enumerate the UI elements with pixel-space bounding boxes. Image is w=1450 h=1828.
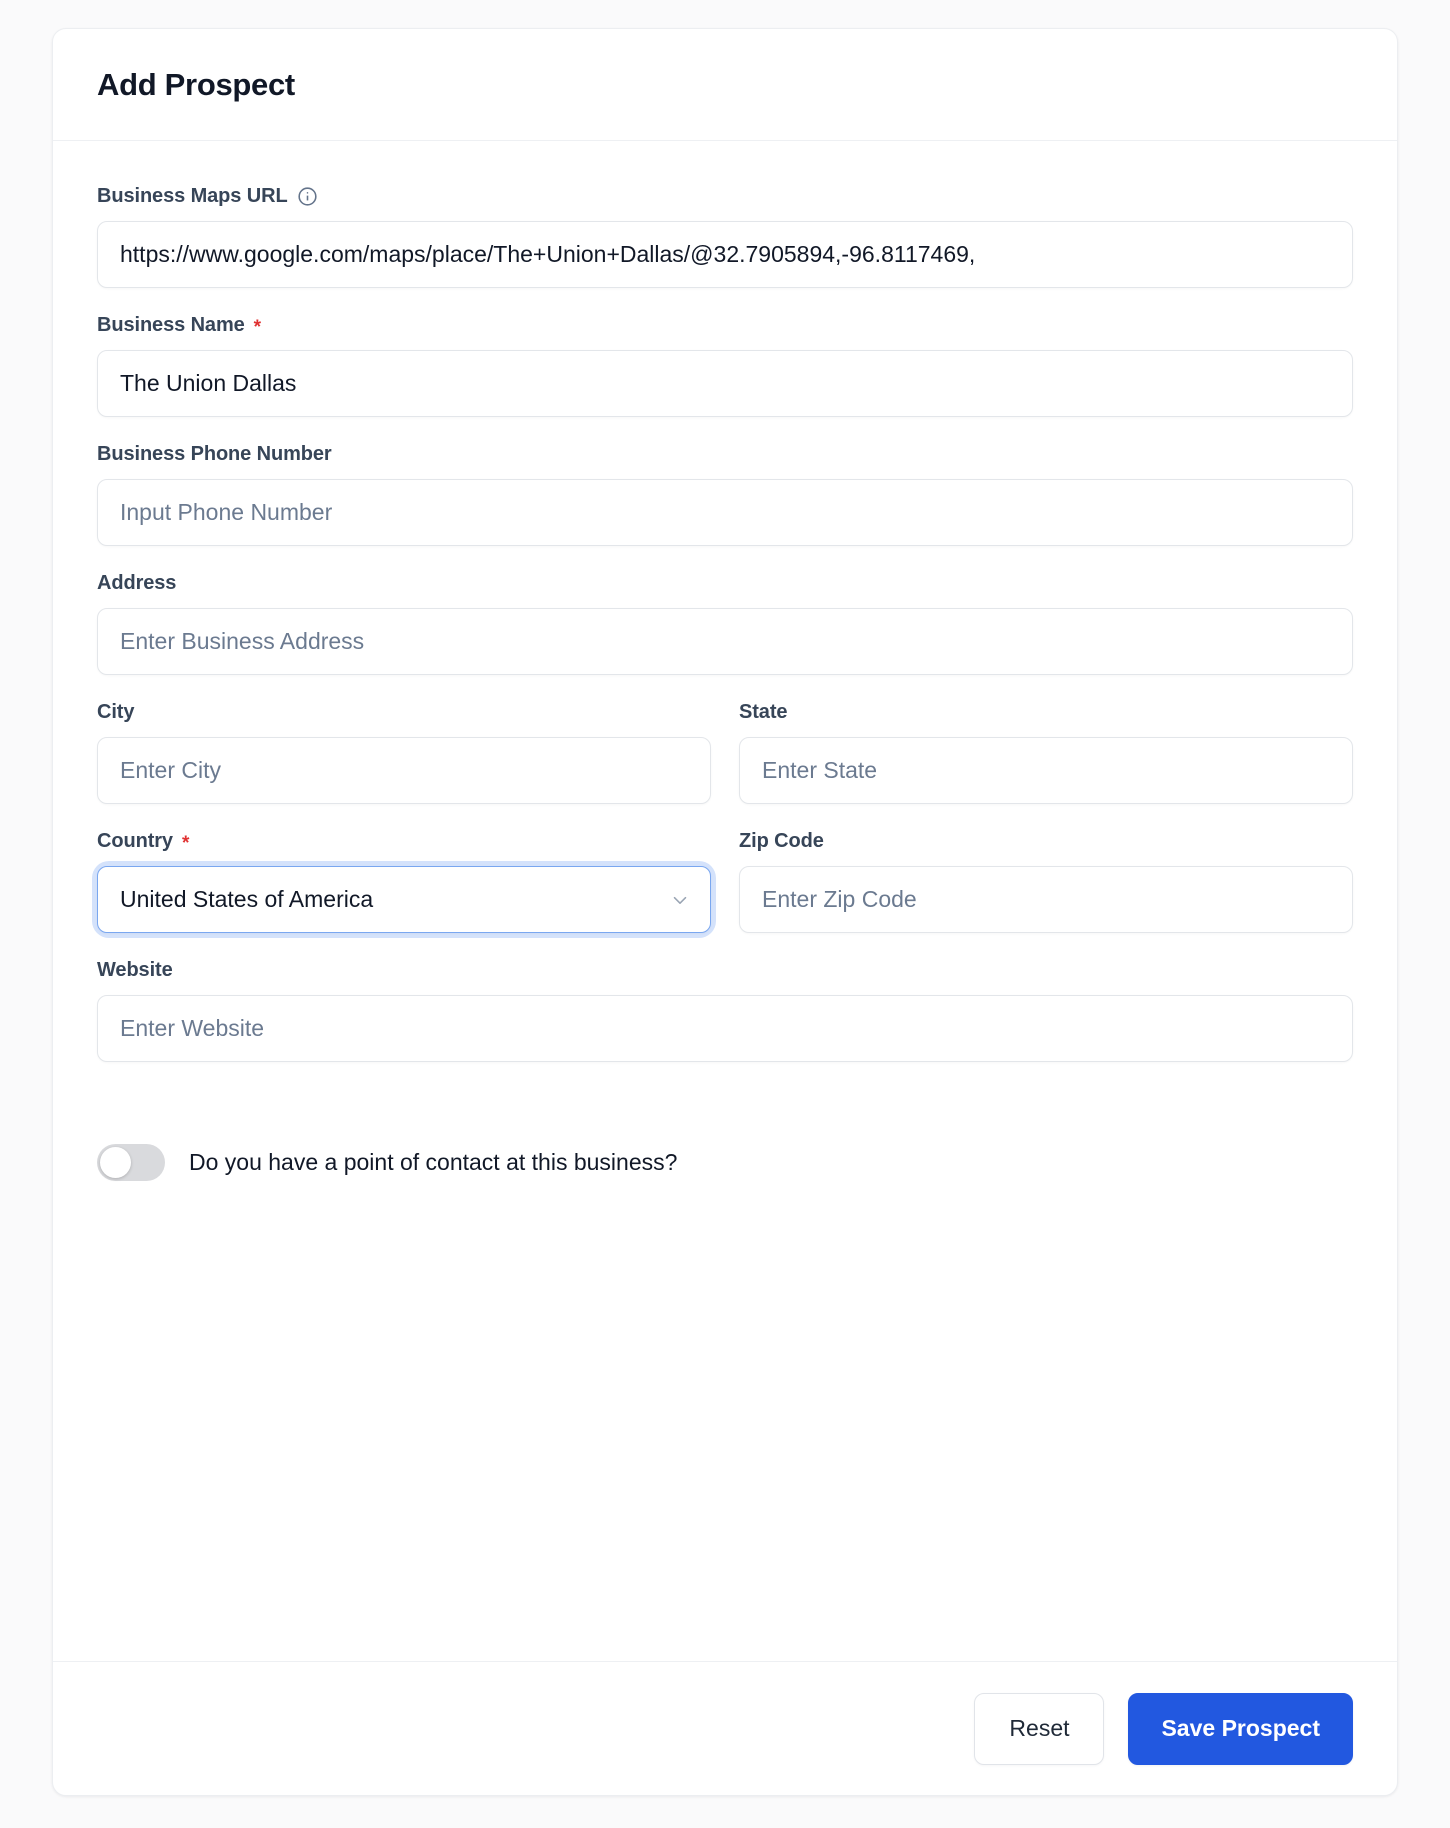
city-placeholder: Enter City	[120, 757, 221, 783]
label-row-state: State	[739, 701, 1353, 724]
field-city: City Enter City	[97, 701, 711, 804]
country-value: United States of America	[120, 886, 374, 912]
field-business-maps-url: Business Maps URL https://www.google.com…	[97, 185, 1353, 288]
card-header: Add Prospect	[53, 29, 1397, 141]
address-placeholder: Enter Business Address	[120, 628, 365, 654]
label-row-country: Country *	[97, 830, 711, 853]
field-business-name: Business Name * The Union Dallas	[97, 314, 1353, 417]
page-background: Add Prospect Business Maps URL https://w…	[0, 0, 1450, 1828]
label-row-business-maps-url: Business Maps URL	[97, 185, 1353, 208]
field-state: State Enter State	[739, 701, 1353, 804]
label-row-business-name: Business Name *	[97, 314, 1353, 337]
add-prospect-card: Add Prospect Business Maps URL https://w…	[52, 28, 1398, 1796]
label-business-phone: Business Phone Number	[97, 443, 332, 465]
label-website: Website	[97, 959, 173, 981]
toggle-knob	[100, 1147, 131, 1178]
info-icon[interactable]	[297, 186, 318, 207]
required-marker-business-name: *	[253, 317, 262, 338]
card-footer: Reset Save Prospect	[53, 1661, 1397, 1795]
country-select[interactable]: United States of America	[97, 866, 711, 933]
field-row-city-state: City Enter City State Enter State	[97, 701, 1353, 804]
save-prospect-button[interactable]: Save Prospect	[1128, 1692, 1353, 1765]
field-business-phone: Business Phone Number Input Phone Number	[97, 443, 1353, 546]
field-country: Country * United States of America	[97, 830, 711, 933]
business-phone-input[interactable]: Input Phone Number	[97, 479, 1353, 546]
field-row-country-zip: Country * United States of America Zip C…	[97, 830, 1353, 933]
label-city: City	[97, 701, 135, 723]
business-phone-placeholder: Input Phone Number	[120, 499, 333, 525]
label-business-maps-url: Business Maps URL	[97, 185, 288, 207]
website-placeholder: Enter Website	[120, 1015, 265, 1041]
business-maps-url-value: https://www.google.com/maps/place/The+Un…	[120, 241, 976, 267]
business-name-input[interactable]: The Union Dallas	[97, 350, 1353, 417]
card-body: Business Maps URL https://www.google.com…	[53, 141, 1397, 1661]
point-of-contact-toggle[interactable]	[97, 1144, 165, 1181]
zip-placeholder: Enter Zip Code	[762, 886, 917, 912]
label-row-zip: Zip Code	[739, 830, 1353, 853]
website-input[interactable]: Enter Website	[97, 995, 1353, 1062]
label-row-city: City	[97, 701, 711, 724]
state-placeholder: Enter State	[762, 757, 878, 783]
label-business-name: Business Name	[97, 314, 245, 336]
field-address: Address Enter Business Address	[97, 572, 1353, 675]
label-country: Country	[97, 830, 173, 852]
city-input[interactable]: Enter City	[97, 737, 711, 804]
page-title: Add Prospect	[97, 66, 295, 102]
country-select-display[interactable]: United States of America	[97, 866, 711, 933]
field-website: Website Enter Website	[97, 959, 1353, 1062]
state-input[interactable]: Enter State	[739, 737, 1353, 804]
required-marker-country: *	[181, 833, 190, 854]
address-input[interactable]: Enter Business Address	[97, 608, 1353, 675]
point-of-contact-toggle-row: Do you have a point of contact at this b…	[97, 1144, 1353, 1181]
label-zip: Zip Code	[739, 830, 824, 852]
field-zip: Zip Code Enter Zip Code	[739, 830, 1353, 933]
reset-button[interactable]: Reset	[974, 1692, 1105, 1765]
label-row-business-phone: Business Phone Number	[97, 443, 1353, 466]
business-name-value: The Union Dallas	[120, 370, 297, 396]
business-maps-url-input[interactable]: https://www.google.com/maps/place/The+Un…	[97, 221, 1353, 288]
label-state: State	[739, 701, 788, 723]
label-row-address: Address	[97, 572, 1353, 595]
zip-input[interactable]: Enter Zip Code	[739, 866, 1353, 933]
point-of-contact-label: Do you have a point of contact at this b…	[189, 1149, 678, 1175]
label-row-website: Website	[97, 959, 1353, 982]
label-address: Address	[97, 572, 177, 594]
